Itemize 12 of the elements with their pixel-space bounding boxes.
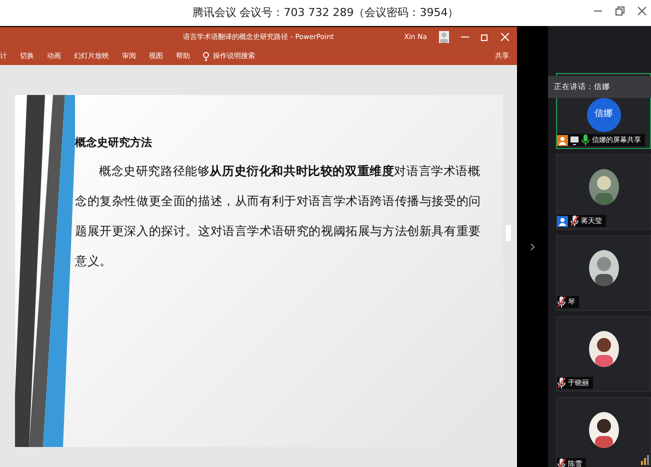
lightbulb-icon [203,52,209,60]
signal-icon [641,455,649,465]
restore-icon[interactable] [615,6,625,16]
close-icon[interactable] [637,6,647,16]
scrollbar-thumb[interactable] [506,225,511,241]
avatar-initials: 信娜 [586,98,620,132]
restore-icon[interactable] [481,33,489,41]
user-avatar-icon [439,31,449,43]
slide-heading: 概念史研究方法 [75,135,153,151]
meeting-title: 腾讯会议 会议号：703 732 289（会议密码：3954） [192,4,459,21]
slide-paragraph: 概念史研究路径能够从历史衍化和共时比较的双重维度对语言学术语概念的复杂性做更全面的描述，从而有利于对语言学术语跨语传播与接受的问题展开更深入的探讨。这对语言学术语研究的视阈拓展与方法创新具有重要意义。 [75,162,482,270]
collapse-chevron-icon[interactable] [530,242,535,250]
